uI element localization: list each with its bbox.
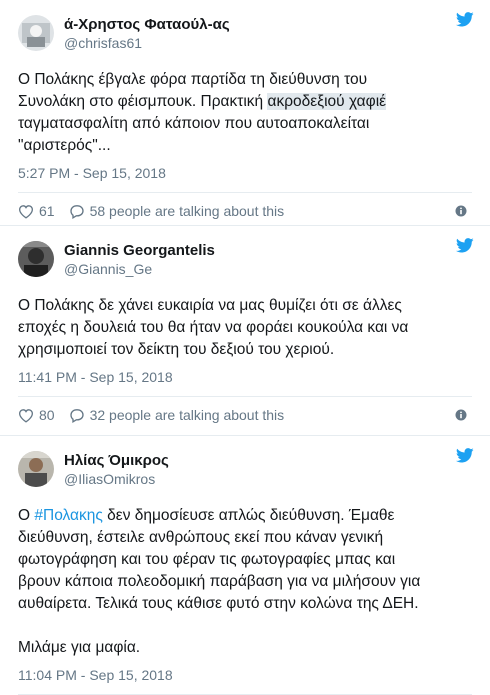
author-name[interactable]: Giannis Georgantelis (64, 241, 215, 260)
like-button[interactable]: 80 (18, 407, 55, 423)
talking-link[interactable]: 58 people are talking about this (69, 203, 285, 219)
tweet-actions: 61 58 people are talking about this (18, 193, 472, 229)
heart-icon (18, 204, 34, 219)
tweet-header: Giannis Georgantelis @Giannis_Ge (18, 235, 472, 283)
tweet-text: Ο Πολάκης έβγαλε φόρα παρτίδα τη διεύθυν… (18, 71, 387, 154)
info-icon[interactable] (455, 409, 467, 421)
author-handle[interactable]: @chrisfas61 (64, 34, 230, 52)
author-handle[interactable]: @Giannis_Ge (64, 260, 215, 278)
like-button[interactable]: 61 (18, 203, 55, 219)
info-icon[interactable] (455, 205, 467, 217)
author-name[interactable]: ά-Χρηστος Φαταούλ-ας (64, 15, 230, 34)
tweet-timestamp[interactable]: 5:27 PM - Sep 15, 2018 (18, 164, 472, 182)
like-count: 80 (39, 407, 55, 423)
talking-count: 32 people are talking about this (89, 407, 285, 423)
tweet-text: Ο #Πολακης δεν δημοσίευσε απλώς διεύθυνσ… (18, 507, 421, 656)
author-name[interactable]: Ηλίας Όμικρος (64, 451, 169, 470)
avatar[interactable] (18, 15, 54, 51)
avatar[interactable] (18, 451, 54, 487)
tweet-timestamp[interactable]: 11:04 PM - Sep 15, 2018 (18, 666, 472, 684)
tweet-card[interactable]: Giannis Georgantelis @Giannis_Ge Ο Πολάκ… (0, 226, 490, 436)
tweet-card[interactable]: Ηλίας Όμικρος @IliasOmikros Ο #Πολακης δ… (0, 436, 490, 695)
twitter-bird-icon[interactable] (456, 448, 474, 463)
talking-link[interactable]: 32 people are talking about this (69, 407, 285, 423)
talking-count: 58 people are talking about this (89, 203, 285, 219)
avatar[interactable] (18, 241, 54, 277)
twitter-bird-icon[interactable] (456, 12, 474, 27)
hashtag-link[interactable]: #Πολακης (34, 507, 102, 524)
tweet-timestamp[interactable]: 11:41 PM - Sep 15, 2018 (18, 368, 472, 386)
tweet-card[interactable]: ά-Χρηστος Φαταούλ-ας @chrisfas61 Ο Πολάκ… (0, 0, 490, 226)
author-handle[interactable]: @IliasOmikros (64, 470, 169, 488)
comment-icon (69, 204, 84, 219)
heart-icon (18, 408, 34, 423)
like-count: 61 (39, 203, 55, 219)
comment-icon (69, 408, 84, 423)
tweet-header: ά-Χρηστος Φαταούλ-ας @chrisfas61 (18, 9, 472, 57)
twitter-bird-icon[interactable] (456, 238, 474, 253)
tweet-text: Ο Πολάκης δε χάνει ευκαιρία να μας θυμίζ… (18, 297, 409, 358)
tweet-actions: 80 32 people are talking about this (18, 397, 472, 433)
tweet-header: Ηλίας Όμικρος @IliasOmikros (18, 445, 472, 493)
